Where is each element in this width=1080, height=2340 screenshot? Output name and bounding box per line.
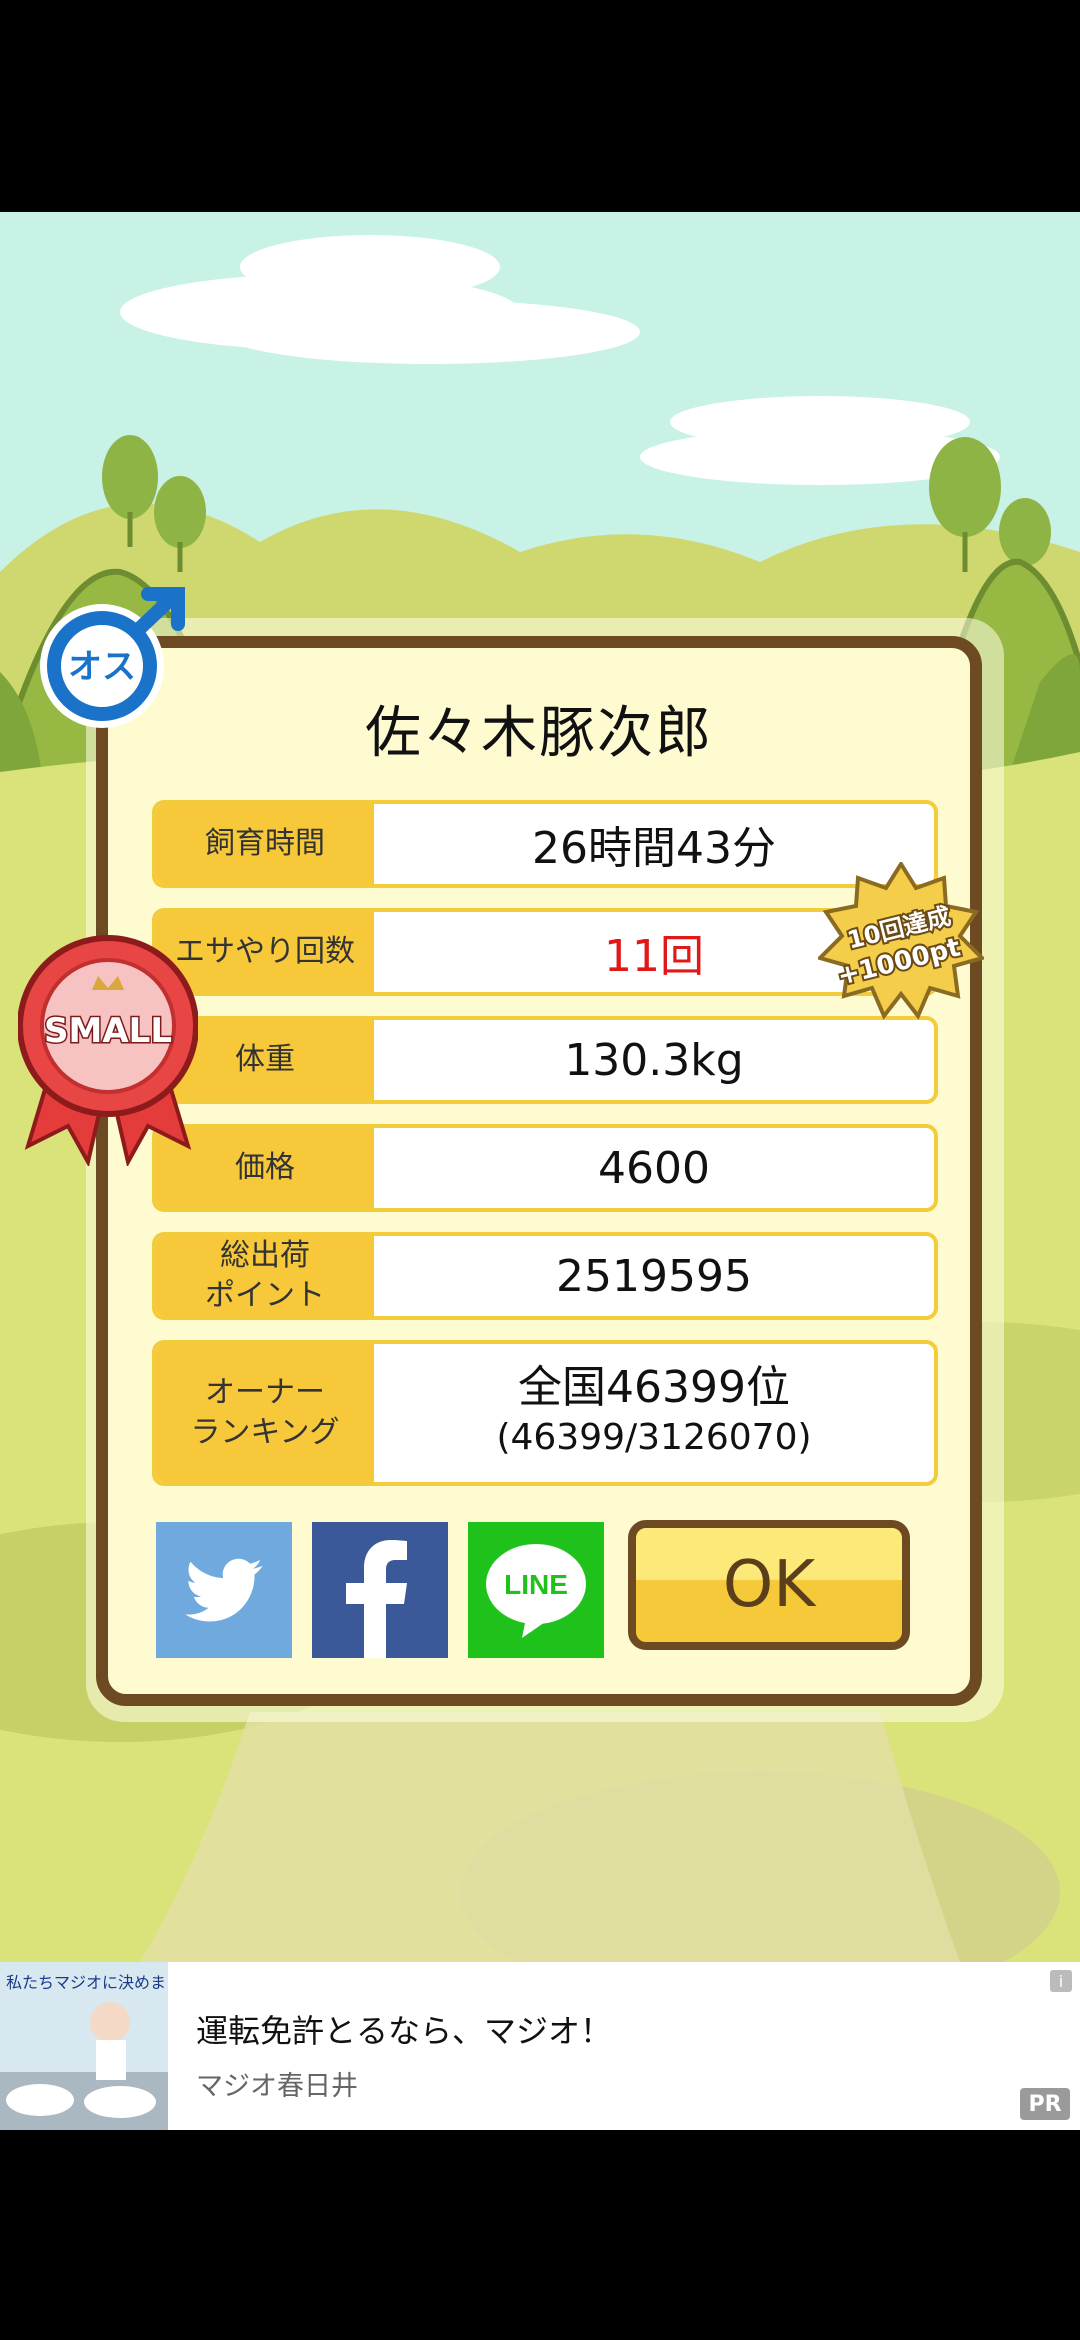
achievement-badge: 10回達成 +1000pt — [816, 860, 986, 1022]
row-value: 4600 — [598, 1142, 710, 1194]
line-chat-icon: LINE — [486, 1544, 586, 1638]
ad-pr-label: PR — [1020, 2088, 1070, 2120]
pig-name: 佐々木豚次郎 — [365, 701, 713, 766]
status-bar-area — [0, 0, 1080, 212]
ranking-detail: (46399/3126070) — [496, 1417, 812, 1458]
row-label: 飼育時間 — [156, 804, 374, 884]
row-price: 価格 4600 — [152, 1124, 938, 1212]
row-value: 130.3kg — [564, 1034, 744, 1086]
ranking-value: 全国46399位 (46399/3126070) — [374, 1344, 934, 1482]
ok-button[interactable]: OK — [628, 1520, 910, 1650]
row-label: オーナー ランキング — [156, 1344, 374, 1482]
row-shipping-points: 総出荷 ポイント 2519595 — [152, 1232, 938, 1320]
facebook-f-icon — [346, 1540, 407, 1658]
ad-image[interactable]: 私たちマジオに決めました! — [0, 1962, 168, 2130]
ad-info-icon[interactable]: i — [1050, 1970, 1072, 1992]
size-ribbon-badge: SMALL — [17, 926, 199, 1168]
ranking-national: 全国46399位 — [518, 1362, 790, 1413]
facebook-share-button[interactable] — [312, 1522, 448, 1658]
svg-text:LINE: LINE — [504, 1569, 568, 1600]
svg-text:SMALL: SMALL — [44, 1011, 172, 1051]
navigation-bar-area — [0, 2130, 1080, 2340]
row-label: 総出荷 ポイント — [156, 1236, 374, 1316]
male-gender-badge: オス — [36, 586, 196, 736]
svg-text:オス: オス — [68, 647, 136, 687]
svg-text:私たちマジオに決めました!: 私たちマジオに決めました! — [6, 1973, 168, 1992]
row-value: 2519595 — [556, 1250, 752, 1302]
ad-title[interactable]: 運転免許とるなら、マジオ！ — [196, 2006, 612, 2052]
line-share-button[interactable]: LINE — [468, 1522, 604, 1658]
twitter-bird-icon — [185, 1558, 263, 1622]
result-card: 佐々木豚次郎 飼育時間 26時間43分 エサやり回数 11回 体重 130.3k… — [96, 636, 982, 1706]
ad-advertiser: マジオ春日井 — [196, 2071, 358, 2102]
row-weight: 体重 130.3kg — [152, 1016, 938, 1104]
row-owner-ranking: オーナー ランキング 全国46399位 (46399/3126070) — [152, 1340, 938, 1486]
twitter-share-button[interactable] — [156, 1522, 292, 1658]
ad-banner[interactable]: 私たちマジオに決めました! 運転免許とるなら、マジオ！ マジオ春日井 i PR — [0, 1962, 1080, 2130]
